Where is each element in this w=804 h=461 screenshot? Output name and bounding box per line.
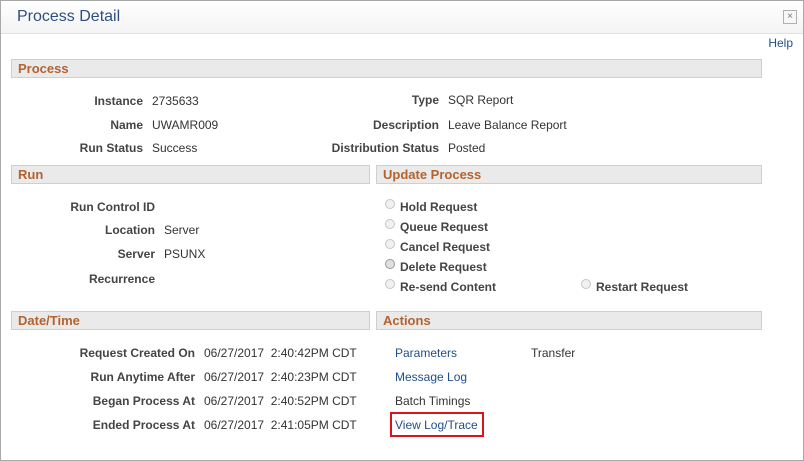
restart-request-radio[interactable]	[581, 279, 591, 289]
description-label: Description	[372, 118, 439, 132]
description-value: Leave Balance Report	[448, 118, 567, 132]
distribution-status-value: Posted	[448, 141, 486, 155]
began-process-label: Began Process At	[92, 394, 195, 408]
request-created-label: Request Created On	[79, 346, 195, 360]
instance-value: 2735633	[152, 94, 199, 108]
restart-request-label: Restart Request	[596, 280, 689, 294]
delete-request-radio[interactable]	[385, 259, 395, 269]
delete-request-label: Delete Request	[400, 260, 487, 274]
cancel-request-radio[interactable]	[385, 239, 395, 249]
run-status-label: Run Status	[79, 141, 143, 155]
batch-timings-text: Batch Timings	[395, 394, 471, 408]
server-label: Server	[117, 247, 155, 261]
resend-content-radio[interactable]	[385, 279, 395, 289]
hold-request-radio[interactable]	[385, 199, 395, 209]
process-heading: Process	[18, 61, 69, 76]
run-status-value: Success	[152, 141, 198, 155]
hold-request-label: Hold Request	[400, 200, 478, 214]
type-value: SQR Report	[448, 93, 514, 107]
update-process-section-header: Update Process	[376, 165, 762, 184]
location-value: Server	[164, 223, 200, 237]
run-anytime-value: 06/27/2017 2:40:23PM CDT	[204, 370, 357, 384]
ended-process-value: 06/27/2017 2:41:05PM CDT	[204, 418, 357, 432]
run-section-header: Run	[11, 165, 370, 184]
resend-content-label: Re-send Content	[400, 280, 496, 294]
server-value: PSUNX	[164, 247, 206, 261]
cancel-request-label: Cancel Request	[400, 240, 491, 254]
transfer-text: Transfer	[531, 346, 576, 360]
began-process-value: 06/27/2017 2:40:52PM CDT	[204, 394, 357, 408]
datetime-section-header: Date/Time	[11, 311, 370, 330]
ended-process-label: Ended Process At	[92, 418, 195, 432]
process-detail-dialog: Process Detail × Help Process Instance 2…	[0, 0, 804, 461]
recurrence-label: Recurrence	[88, 272, 155, 286]
actions-section-header: Actions	[376, 311, 762, 330]
view-log-trace-highlight	[390, 412, 484, 437]
update-process-heading: Update Process	[383, 167, 482, 182]
dialog-title: Process Detail	[17, 8, 121, 25]
run-control-id-label: Run Control ID	[70, 200, 155, 214]
parameters-link[interactable]: Parameters	[395, 346, 457, 360]
process-section-header: Process	[11, 59, 762, 78]
help-link[interactable]: Help	[768, 36, 793, 50]
dialog-titlebar: Process Detail ×	[1, 1, 803, 34]
queue-request-label: Queue Request	[400, 220, 489, 234]
close-icon[interactable]: ×	[783, 10, 797, 24]
distribution-status-label: Distribution Status	[331, 141, 439, 155]
run-anytime-label: Run Anytime After	[90, 370, 195, 384]
name-value: UWAMR009	[152, 118, 219, 132]
message-log-link[interactable]: Message Log	[395, 370, 467, 384]
actions-heading: Actions	[383, 313, 431, 328]
datetime-heading: Date/Time	[18, 313, 80, 328]
run-heading: Run	[18, 167, 44, 182]
location-label: Location	[105, 223, 155, 237]
name-label: Name	[110, 118, 143, 132]
request-created-value: 06/27/2017 2:40:42PM CDT	[204, 346, 357, 360]
instance-label: Instance	[94, 94, 143, 108]
queue-request-radio[interactable]	[385, 219, 395, 229]
type-label: Type	[411, 93, 439, 107]
